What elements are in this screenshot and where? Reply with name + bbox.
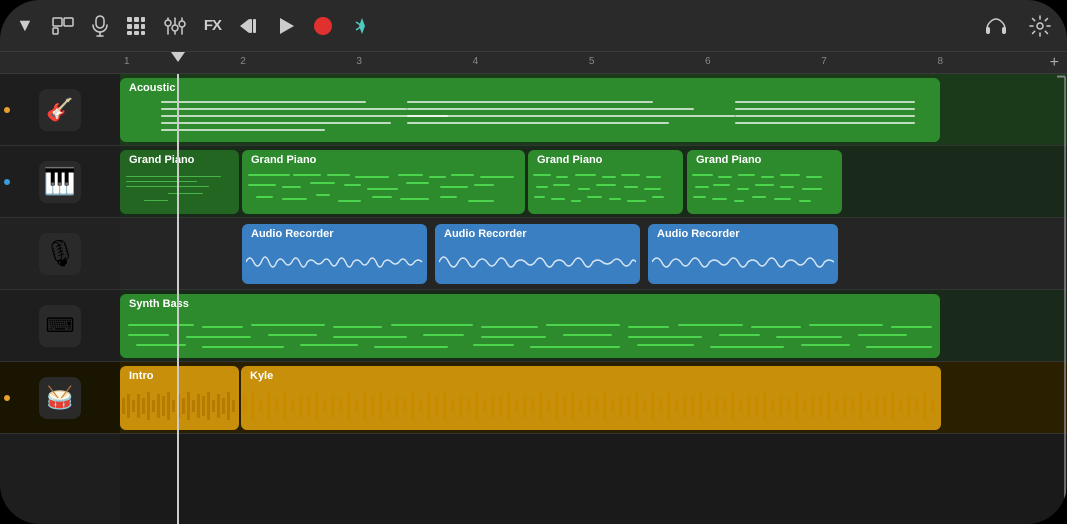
acoustic-block[interactable]: Acoustic (120, 78, 940, 142)
track-header-acoustic[interactable]: 🎸 (0, 74, 120, 146)
piano-instrument-icon: 🎹 (39, 161, 81, 203)
track-selector-icon[interactable]: ▼ (16, 15, 34, 36)
playhead-indicator (171, 52, 185, 62)
piano-header-midi (120, 168, 239, 214)
audio-block-2[interactable]: Audio Recorder (435, 224, 640, 284)
ruler-mark-2: 2 (240, 56, 246, 67)
track-dot-piano (4, 179, 10, 185)
track-header-synth[interactable]: ⌨ (0, 290, 120, 362)
right-bracket (1053, 74, 1067, 524)
playhead-line (177, 74, 179, 524)
audio-block-1-label: Audio Recorder (246, 226, 339, 242)
fx-button[interactable]: FX (204, 17, 221, 34)
drums-intro-label: Intro (124, 368, 158, 384)
acoustic-instrument-icon: 🎸 (39, 89, 81, 131)
ruler: 1 2 3 4 5 6 7 8 + (0, 52, 1067, 74)
grand-piano-block-1-label: Grand Piano (246, 152, 321, 168)
grid-icon[interactable] (126, 16, 146, 36)
track-headers: 🎸 🎹 🎙 ⌨ 🥁 (0, 74, 120, 524)
ruler-mark-5: 5 (589, 56, 595, 67)
audio-block-3[interactable]: Audio Recorder (648, 224, 838, 284)
toolbar-left: ▼ (16, 15, 967, 37)
synth-midi (120, 312, 940, 358)
grand-piano-block-1[interactable]: Grand Piano (242, 150, 525, 214)
synth-bass-block[interactable]: Synth Bass (120, 294, 940, 358)
track-dot-acoustic (4, 107, 10, 113)
synth-bass-label: Synth Bass (124, 296, 194, 312)
track-row-synth: Synth Bass (120, 290, 1067, 362)
piano-midi-3 (687, 168, 842, 214)
grand-piano-header-block[interactable]: Grand Piano (120, 150, 239, 214)
drums-kyle-block[interactable]: Kyle (241, 366, 941, 430)
drums-intro-waveform (120, 386, 239, 426)
grand-piano-block-2[interactable]: Grand Piano (528, 150, 683, 214)
acoustic-midi-lines (120, 96, 940, 142)
track-header-audio[interactable]: 🎙 (0, 218, 120, 290)
tracks-area: Acoustic (120, 74, 1067, 524)
mixer-icon[interactable] (164, 16, 186, 36)
drums-instrument-icon: 🥁 (39, 377, 81, 419)
ruler-mark-6: 6 (705, 56, 711, 67)
rewind-icon[interactable] (239, 17, 259, 35)
record-icon[interactable] (313, 16, 333, 36)
piano-midi-2 (528, 168, 683, 214)
settings-icon[interactable] (1029, 15, 1051, 37)
track-row-piano: Grand Piano Grand Piano (120, 146, 1067, 218)
audio-block-2-label: Audio Recorder (439, 226, 532, 242)
synth-instrument-icon: ⌨ (39, 305, 81, 347)
ruler-mark-7: 7 (821, 56, 827, 67)
track-header-drums[interactable]: 🥁 (0, 362, 120, 434)
waveform-2 (435, 244, 640, 280)
microphone-icon[interactable] (92, 15, 108, 37)
ruler-mark-3: 3 (356, 56, 362, 67)
piano-midi-1 (242, 168, 525, 214)
toolbar: ▼ (0, 0, 1067, 52)
acoustic-block-label: Acoustic (124, 80, 180, 96)
content-area: 🎸 🎹 🎙 ⌨ 🥁 (0, 74, 1067, 524)
ruler-mark-1: 1 (124, 56, 130, 67)
headphone-icon[interactable] (985, 17, 1007, 35)
grand-piano-block-3[interactable]: Grand Piano (687, 150, 842, 214)
mic-instrument-icon: 🎙 (39, 233, 81, 275)
grand-piano-block-2-label: Grand Piano (532, 152, 607, 168)
toolbar-right (985, 15, 1051, 37)
track-dot-drums (4, 395, 10, 401)
add-track-button[interactable]: + (1050, 54, 1067, 72)
ruler-numbers: 1 2 3 4 5 6 7 8 (120, 52, 1050, 73)
drums-kyle-label: Kyle (245, 368, 278, 384)
drums-intro-block[interactable]: Intro (120, 366, 239, 430)
grand-piano-header-label: Grand Piano (124, 152, 199, 168)
waveform-1 (242, 244, 427, 280)
waveform-3 (648, 244, 838, 280)
ruler-mark-8: 8 (937, 56, 943, 67)
phone-frame: ▼ (0, 0, 1067, 524)
loop-icon[interactable] (52, 17, 74, 35)
track-row-acoustic: Acoustic (120, 74, 1067, 146)
smart-tempo-icon[interactable] (351, 15, 373, 37)
audio-block-1[interactable]: Audio Recorder (242, 224, 427, 284)
track-row-drums: Intro (120, 362, 1067, 434)
track-row-audio: Audio Recorder Audio Recorder (120, 218, 1067, 290)
audio-block-3-label: Audio Recorder (652, 226, 745, 242)
ruler-mark-4: 4 (473, 56, 479, 67)
play-icon[interactable] (277, 17, 295, 35)
track-header-piano[interactable]: 🎹 (0, 146, 120, 218)
grand-piano-block-3-label: Grand Piano (691, 152, 766, 168)
drums-kyle-waveform (241, 386, 941, 426)
